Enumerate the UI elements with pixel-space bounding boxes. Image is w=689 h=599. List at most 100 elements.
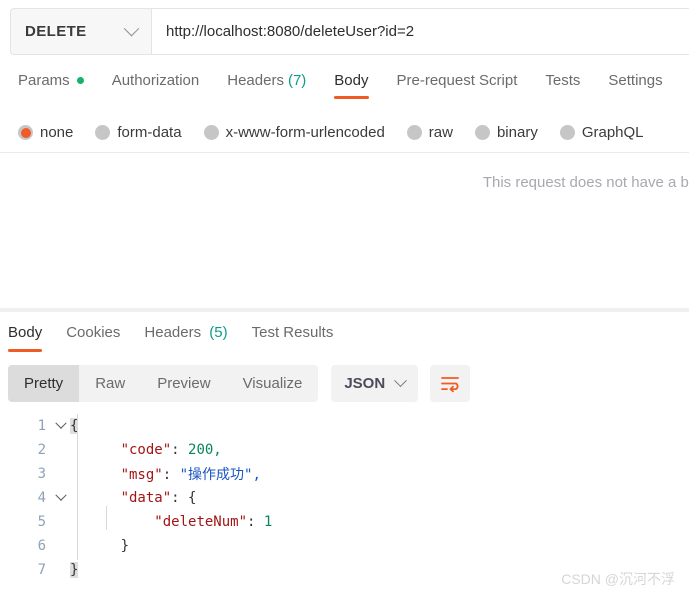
fold-toggle[interactable] (52, 417, 70, 430)
json-line: 6 } (0, 534, 689, 558)
tab-authorization[interactable]: Authorization (112, 68, 200, 99)
response-tab-headers-count: (5) (209, 324, 228, 341)
body-type-raw[interactable]: raw (406, 124, 453, 141)
chevron-down-icon (55, 489, 67, 501)
json-brace-close: } (120, 538, 130, 554)
params-indicator-dot (76, 77, 84, 84)
json-brace-open: { (188, 490, 197, 506)
json-line: 4 "data": { (0, 486, 689, 510)
fold-toggle[interactable] (52, 489, 70, 502)
tab-params[interactable]: Params (18, 68, 84, 99)
view-mode-preview[interactable]: Preview (141, 365, 226, 402)
view-mode-preview-label: Preview (157, 375, 211, 392)
radio-selected-icon (18, 125, 33, 140)
request-tab-bar: Params Authorization Headers (7) Body Pr… (0, 68, 689, 108)
json-value-msg: "操作成功", (179, 467, 261, 483)
json-line-code: "code": 200, (70, 442, 689, 458)
postman-request-response-panel: DELETE http://localhost:8080/deleteUser?… (0, 0, 689, 599)
tab-headers-label: Headers (227, 72, 284, 89)
json-key-msg: "msg" (120, 467, 163, 483)
json-colon: : (171, 490, 189, 506)
line-number: 7 (37, 562, 46, 578)
response-tab-headers-label: Headers (144, 324, 202, 341)
json-line-code: "deleteNum": 1 (70, 514, 689, 530)
view-mode-pretty[interactable]: Pretty (8, 365, 80, 402)
view-mode-visualize[interactable]: Visualize (227, 365, 319, 402)
radio-unselected-icon (474, 125, 490, 140)
wrap-lines-button[interactable] (430, 365, 471, 402)
chevron-down-icon (55, 417, 67, 429)
url-input[interactable]: http://localhost:8080/deleteUser?id=2 (151, 8, 689, 55)
json-brace-open: { (70, 418, 79, 434)
chevron-down-icon (394, 374, 408, 388)
response-tab-cookies[interactable]: Cookies (66, 322, 120, 352)
watermark: CSDN @沉河不浮 (561, 571, 675, 587)
body-type-urlencoded-label: x-www-form-urlencoded (225, 124, 385, 141)
view-mode-pretty-label: Pretty (24, 375, 64, 392)
response-format-label: JSON (344, 375, 386, 392)
body-type-graphql[interactable]: GraphQL (559, 124, 644, 141)
body-type-raw-label: raw (428, 124, 453, 141)
tab-authorization-label: Authorization (111, 72, 200, 89)
response-body-json-viewer[interactable]: 1 { 2 "code": 200, 3 "msg": "操作成功", 4 "d… (0, 414, 689, 584)
view-mode-raw[interactable]: Raw (79, 365, 141, 402)
radio-unselected-icon (95, 125, 111, 140)
body-type-form-data-label: form-data (117, 124, 182, 141)
body-section-divider (0, 152, 689, 153)
response-tab-body-label: Body (8, 324, 43, 341)
response-tab-test-results[interactable]: Test Results (252, 322, 334, 352)
tab-headers-count: (7) (287, 72, 307, 89)
response-format-dropdown[interactable]: JSON (331, 365, 419, 402)
body-type-urlencoded[interactable]: x-www-form-urlencoded (203, 124, 385, 141)
response-view-toolbar: Pretty Raw Preview Visualize JSON (8, 365, 471, 402)
body-type-none[interactable]: none (18, 124, 73, 141)
response-tab-cookies-label: Cookies (66, 324, 121, 341)
response-view-mode-group: Pretty Raw Preview Visualize (8, 365, 319, 402)
json-line: 5 "deleteNum": 1 (0, 510, 689, 534)
json-line-code: } (70, 538, 689, 554)
json-key-deleteNum: "deleteNum" (154, 514, 248, 530)
line-number: 4 (37, 490, 46, 506)
response-tab-body[interactable]: Body (8, 322, 43, 352)
body-type-binary[interactable]: binary (474, 124, 538, 141)
tab-tests-label: Tests (545, 72, 581, 89)
url-text: http://localhost:8080/deleteUser?id=2 (166, 23, 415, 40)
json-line: 2 "code": 200, (0, 438, 689, 462)
view-mode-raw-label: Raw (95, 375, 126, 392)
empty-body-message: This request does not have a body (482, 174, 689, 191)
json-colon: : (162, 467, 180, 483)
tab-settings-label: Settings (608, 72, 663, 89)
line-number: 1 (37, 418, 46, 434)
json-line: 3 "msg": "操作成功", (0, 462, 689, 486)
radio-unselected-icon (559, 125, 575, 140)
line-number: 5 (37, 514, 46, 530)
json-colon: : (247, 514, 264, 530)
tab-body-label: Body (334, 72, 369, 89)
tab-headers[interactable]: Headers (7) (227, 68, 306, 99)
json-line-code: "msg": "操作成功", (70, 464, 689, 484)
radio-unselected-icon (406, 125, 422, 140)
tab-params-label: Params (18, 72, 70, 89)
tab-body[interactable]: Body (334, 68, 369, 99)
json-key-code: "code" (120, 442, 172, 458)
json-value-code: 200, (188, 442, 222, 458)
body-type-radio-group: none form-data x-www-form-urlencoded raw… (0, 115, 689, 150)
body-type-binary-label: binary (496, 124, 538, 141)
http-method-dropdown[interactable]: DELETE (10, 8, 151, 55)
body-type-none-label: none (40, 124, 74, 141)
json-line-code: "data": { (70, 490, 689, 506)
response-tab-test-results-label: Test Results (251, 324, 334, 341)
json-line-code: { (70, 418, 689, 434)
tab-settings[interactable]: Settings (608, 68, 662, 99)
json-value-deleteNum: 1 (263, 514, 273, 530)
response-tab-headers[interactable]: Headers (5) (144, 322, 227, 352)
body-type-form-data[interactable]: form-data (95, 124, 182, 141)
json-line: 1 { (0, 414, 689, 438)
body-type-graphql-label: GraphQL (581, 124, 644, 141)
tab-pre-request-script[interactable]: Pre-request Script (397, 68, 518, 99)
tab-tests[interactable]: Tests (545, 68, 580, 99)
pane-splitter[interactable] (0, 308, 689, 312)
http-method-label: DELETE (25, 23, 87, 40)
tab-pre-request-script-label: Pre-request Script (396, 72, 518, 89)
line-number: 2 (37, 442, 46, 458)
